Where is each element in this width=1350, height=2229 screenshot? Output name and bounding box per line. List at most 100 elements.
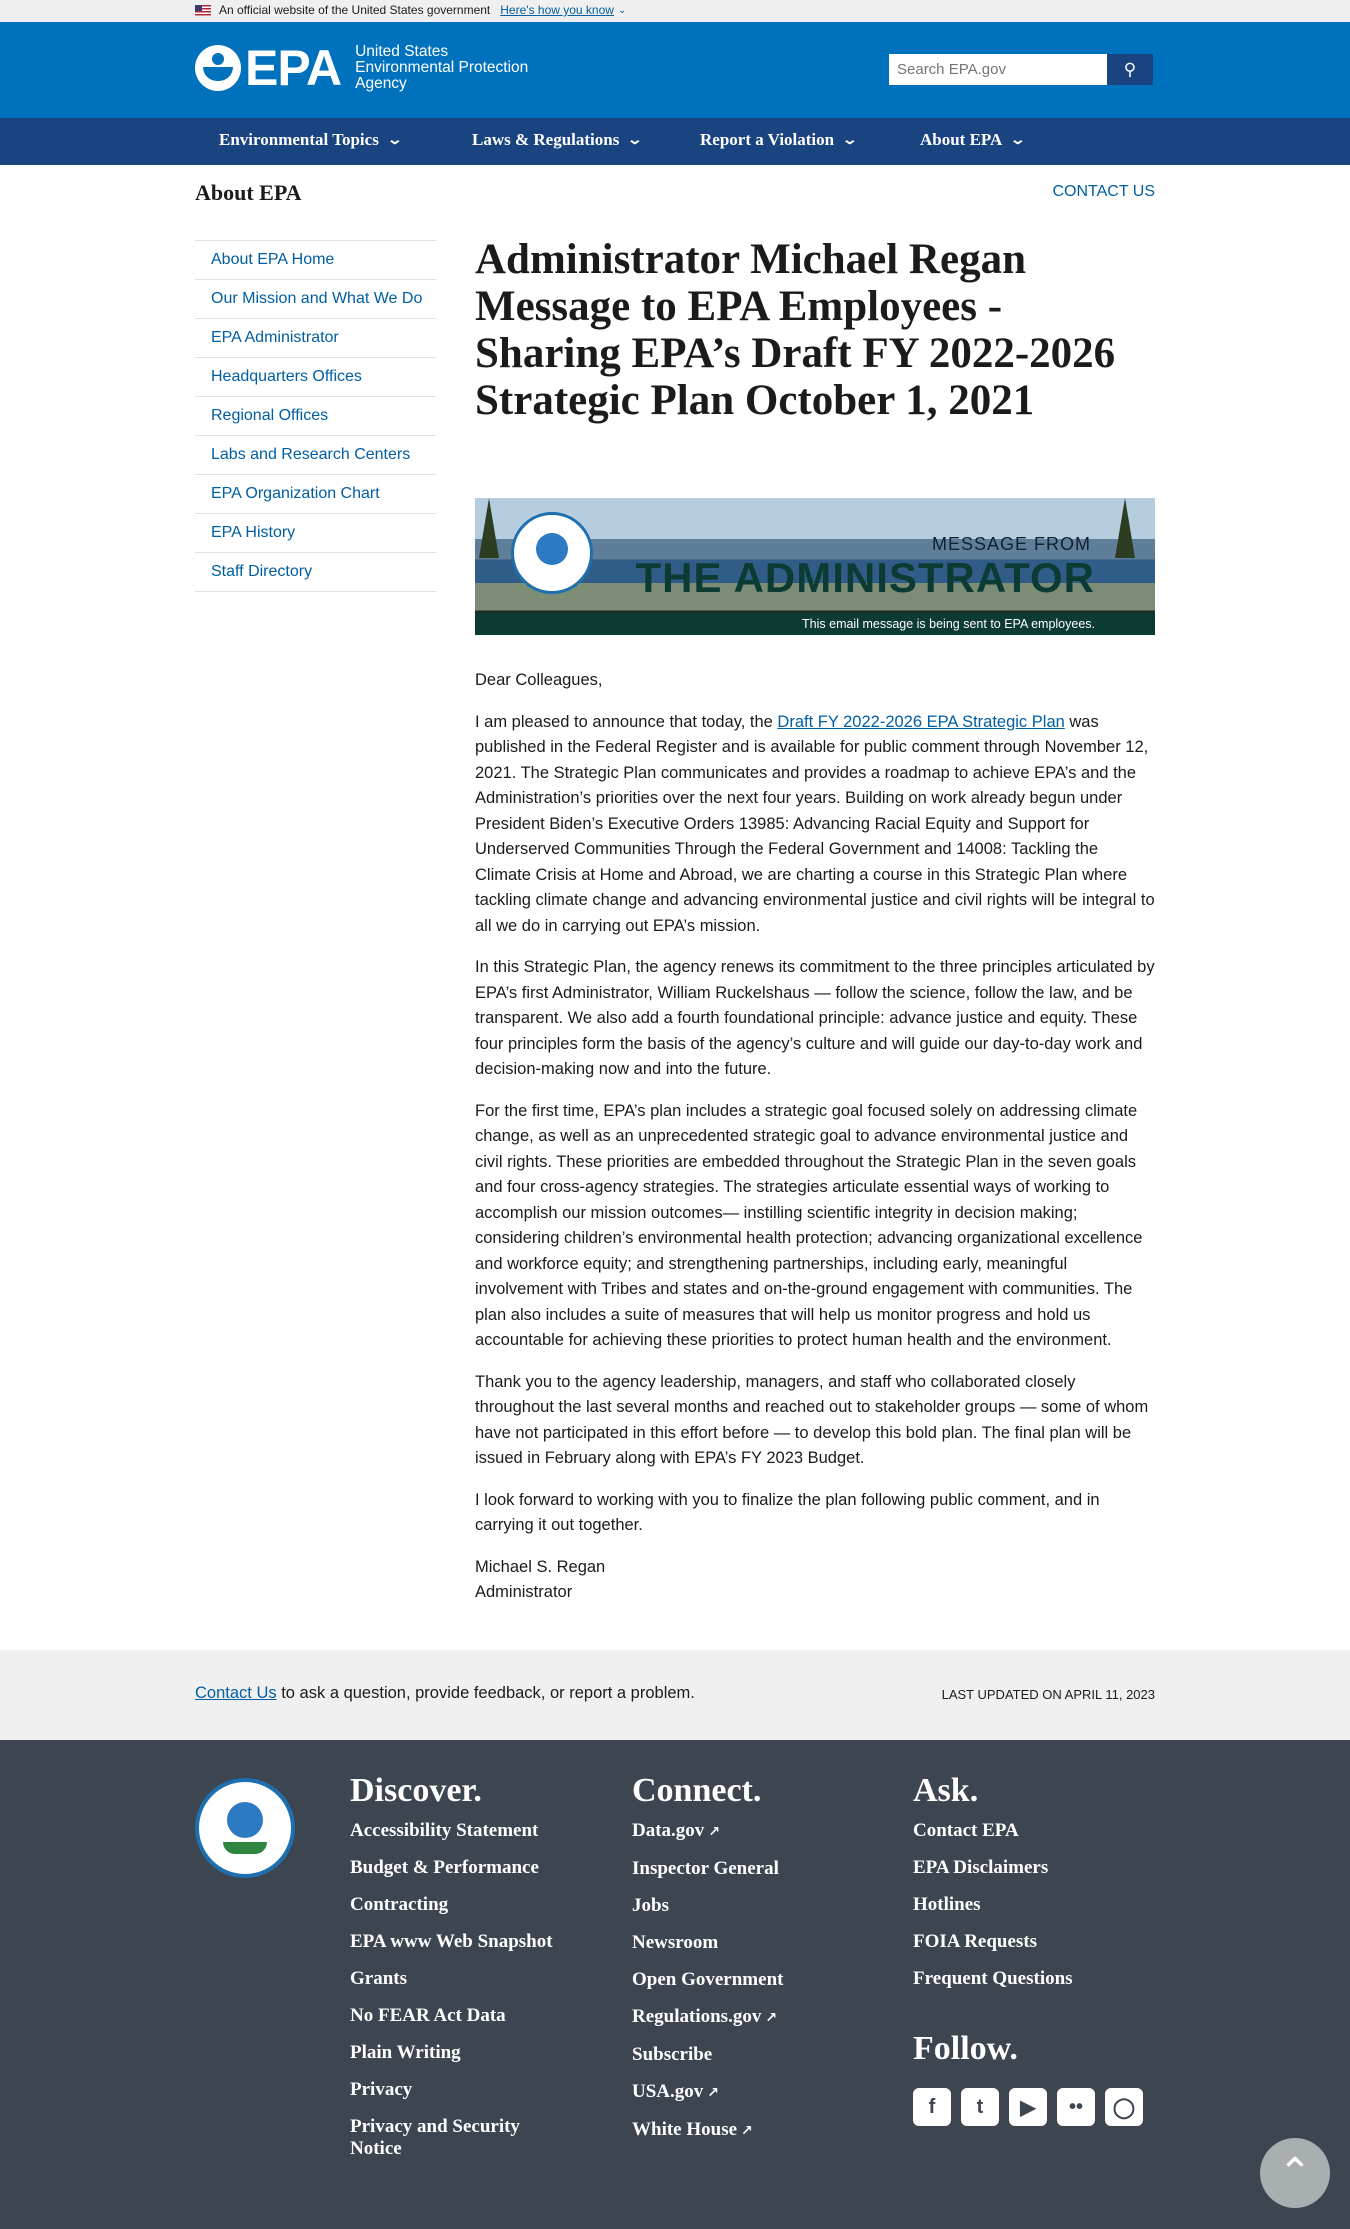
link-label: White House xyxy=(632,2119,738,2140)
footer-link-web-snapshot[interactable]: EPA www Web Snapshot xyxy=(350,1931,570,1953)
contact-strip-text: Contact Us to ask a question, provide fe… xyxy=(195,1684,695,1703)
sidebar-item-about-home[interactable]: About EPA Home xyxy=(195,241,436,280)
us-flag-icon xyxy=(195,4,211,16)
footer-link-accessibility[interactable]: Accessibility Statement xyxy=(350,1820,570,1842)
paragraph-2: In this Strategic Plan, the agency renew… xyxy=(475,958,1155,1078)
sidebar-item-labs[interactable]: Labs and Research Centers xyxy=(195,436,436,475)
footer-link-jobs[interactable]: Jobs xyxy=(632,1895,783,1917)
sidebar-item-hq-offices[interactable]: Headquarters Offices xyxy=(195,358,436,397)
page-title: Administrator Michael Regan Message to E… xyxy=(475,236,1116,424)
search-form: ⚲ xyxy=(889,54,1153,85)
external-link-icon: ↗ xyxy=(707,2085,719,2101)
facebook-icon[interactable]: f xyxy=(913,2088,951,2126)
ask-heading: Ask. xyxy=(913,1772,979,1809)
site-header: EPA United States Environmental Protecti… xyxy=(0,22,1350,118)
sidebar-item-administrator[interactable]: EPA Administrator xyxy=(195,319,436,358)
footer-link-disclaimers[interactable]: EPA Disclaimers xyxy=(913,1857,1073,1879)
footer-link-contact-epa[interactable]: Contact EPA xyxy=(913,1820,1073,1842)
main-nav: Environmental Topics ⌄ Laws & Regulations… xyxy=(0,118,1350,165)
nav-report-violation[interactable]: Report a Violation ⌄ xyxy=(700,130,859,150)
footer-link-privacy[interactable]: Privacy xyxy=(350,2079,570,2101)
footer-link-budget[interactable]: Budget & Performance xyxy=(350,1857,570,1879)
signature-name: Michael S. Regan xyxy=(475,1557,606,1576)
nav-label: About EPA xyxy=(920,130,1003,149)
search-input[interactable] xyxy=(889,54,1107,85)
nav-environmental-topics[interactable]: Environmental Topics ⌄ xyxy=(219,130,403,150)
flickr-icon[interactable]: •• xyxy=(1057,2088,1095,2126)
logo-text: EPA xyxy=(245,40,342,96)
footer-ask: Ask. Contact EPA EPA Disclaimers Hotline… xyxy=(913,1772,1073,2005)
external-link-icon: ↗ xyxy=(765,2010,778,2026)
contact-strip: Contact Us to ask a question, provide fe… xyxy=(0,1650,1350,1740)
footer-link-inspector-general[interactable]: Inspector General xyxy=(632,1858,783,1880)
epa-logo[interactable]: EPA United States Environmental Protecti… xyxy=(195,40,528,96)
footer-link-faq[interactable]: Frequent Questions xyxy=(913,1968,1073,1990)
sidebar-item-staff-directory[interactable]: Staff Directory xyxy=(195,553,436,592)
logo-sub-line-2: Environmental Protection xyxy=(355,59,529,76)
nav-laws-regulations[interactable]: Laws & Regulations ⌄ xyxy=(472,130,644,150)
footer-link-open-government[interactable]: Open Government xyxy=(632,1969,783,1991)
sidebar-item-org-chart[interactable]: EPA Organization Chart xyxy=(195,475,436,514)
message-body: Dear Colleagues, I am pleased to announc… xyxy=(475,668,1155,1622)
the-administrator-text: THE ADMINISTRATOR xyxy=(635,554,1095,601)
epa-seal-icon xyxy=(511,512,593,594)
chevron-down-icon: ⌄ xyxy=(627,132,644,148)
heres-how-you-know-link[interactable]: Here's how you know xyxy=(500,3,614,17)
hero-caption: This email message is being sent to EPA … xyxy=(475,613,1155,635)
footer-link-plain-writing[interactable]: Plain Writing xyxy=(350,2042,570,2064)
logo-sub-line-3: Agency xyxy=(355,75,407,92)
footer-link-grants[interactable]: Grants xyxy=(350,1968,570,1990)
external-link-icon: ↗ xyxy=(741,2123,753,2139)
footer-link-contracting[interactable]: Contracting xyxy=(350,1894,570,1916)
paragraph-1: I am pleased to announce that today, the… xyxy=(475,710,1155,940)
tree-decoration xyxy=(479,498,499,558)
chevron-down-icon: ⌄ xyxy=(1009,132,1027,148)
search-button[interactable]: ⚲ xyxy=(1107,54,1153,85)
twitter-icon[interactable]: t xyxy=(961,2088,999,2126)
strategic-plan-link[interactable]: Draft FY 2022-2026 EPA Strategic Plan xyxy=(777,713,1064,731)
logo-subtitle: United States Environmental Protection A… xyxy=(355,44,528,92)
section-title: About EPA xyxy=(195,180,302,205)
chevron-down-icon[interactable]: ⌄ xyxy=(618,5,626,16)
link-label: Data.gov xyxy=(632,1820,705,1841)
sidebar-item-mission[interactable]: Our Mission and What We Do xyxy=(195,280,436,319)
discover-heading: Discover. xyxy=(350,1772,482,1809)
signature: Michael S. Regan Administrator xyxy=(475,1555,1155,1606)
contact-strip-sentence: to ask a question, provide feedback, or … xyxy=(276,1684,695,1702)
footer-link-hotlines[interactable]: Hotlines xyxy=(913,1894,1073,1916)
search-icon: ⚲ xyxy=(1123,59,1137,79)
footer-link-subscribe[interactable]: Subscribe xyxy=(632,2044,783,2066)
footer-link-privacy-security[interactable]: Privacy and Security Notice xyxy=(350,2116,570,2160)
back-to-top-button[interactable]: ⌃ xyxy=(1260,2138,1330,2208)
social-links: f t ▶ •• ◯ xyxy=(913,2088,1153,2126)
footer-link-regulations-gov[interactable]: Regulations.gov ↗ xyxy=(632,2006,783,2029)
gov-banner-text: An official website of the United States… xyxy=(219,3,491,17)
nav-label: Report a Violation xyxy=(700,130,835,149)
footer-link-white-house[interactable]: White House ↗ xyxy=(632,2119,783,2142)
sidebar-item-history[interactable]: EPA History xyxy=(195,514,436,553)
link-label: Regulations.gov xyxy=(632,2006,762,2027)
paragraph-4: Thank you to the agency leadership, mana… xyxy=(475,1372,1149,1468)
footer-link-foia[interactable]: FOIA Requests xyxy=(913,1931,1073,1953)
sidebar-item-regional-offices[interactable]: Regional Offices xyxy=(195,397,436,436)
nav-label: Environmental Topics xyxy=(219,130,379,149)
instagram-icon[interactable]: ◯ xyxy=(1105,2088,1143,2126)
contact-us-footer-link[interactable]: Contact Us xyxy=(195,1684,277,1702)
youtube-icon[interactable]: ▶ xyxy=(1009,2088,1047,2126)
chevron-down-icon: ⌄ xyxy=(841,132,859,148)
link-label: USA.gov xyxy=(632,2081,704,2102)
p1-text: was published in the Federal Register an… xyxy=(475,712,1155,935)
main-content: Administrator Michael Regan Message to E… xyxy=(475,236,1155,424)
nav-about-epa[interactable]: About EPA ⌄ xyxy=(920,130,1027,150)
tree-decoration xyxy=(1115,498,1135,558)
footer-link-data-gov[interactable]: Data.gov ↗ xyxy=(632,1820,783,1843)
paragraph-3: For the first time, EPA’s plan includes … xyxy=(475,1101,1143,1350)
footer-discover: Discover. Accessibility Statement Budget… xyxy=(350,1772,570,2175)
contact-us-link[interactable]: CONTACT US xyxy=(1052,183,1155,201)
last-updated: LAST UPDATED ON APRIL 11, 2023 xyxy=(941,1687,1155,1702)
footer-link-no-fear[interactable]: No FEAR Act Data xyxy=(350,2005,570,2027)
footer-link-usa-gov[interactable]: USA.gov ↗ xyxy=(632,2081,783,2104)
follow-heading: Follow. xyxy=(913,2030,1018,2067)
footer-link-newsroom[interactable]: Newsroom xyxy=(632,1932,783,1954)
connect-heading: Connect. xyxy=(632,1772,762,1809)
